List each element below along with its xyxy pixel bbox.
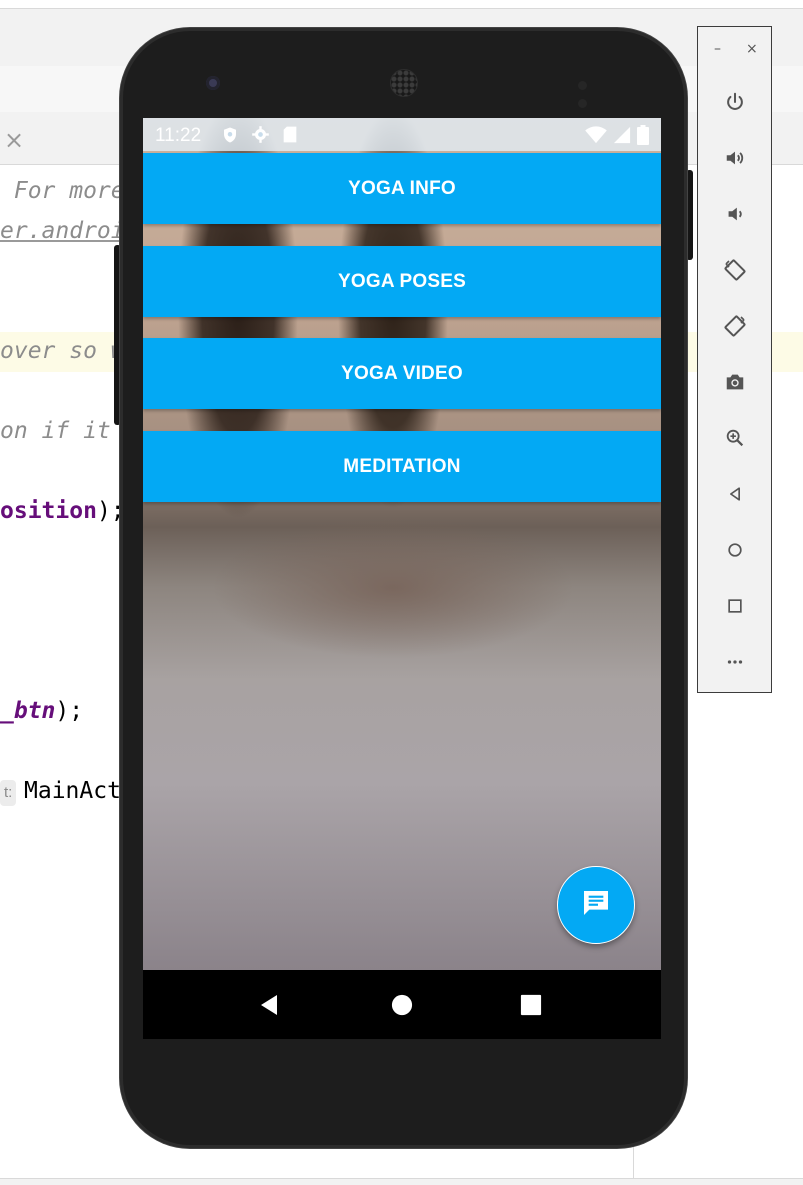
code-identifier: osition	[0, 498, 97, 524]
notification-icons	[221, 125, 298, 150]
more-icon[interactable]	[722, 649, 748, 675]
code-punctuation: );	[55, 698, 84, 724]
status-time: 11:22	[155, 125, 202, 146]
cell-signal-icon	[613, 126, 631, 149]
settings-gear-icon	[251, 125, 270, 150]
chat-icon	[580, 887, 612, 924]
code-comment-line: over so w	[0, 338, 125, 364]
sd-card-icon	[282, 125, 298, 150]
minimize-button[interactable]: –	[714, 41, 721, 57]
yoga-video-button[interactable]: YOGA VIDEO	[143, 338, 661, 409]
nav-recents-icon[interactable]	[518, 992, 544, 1018]
code-line: osition);	[0, 498, 125, 524]
code-line: _btn);	[0, 698, 83, 724]
code-comment-url: er.androic	[0, 218, 139, 244]
shield-icon	[221, 125, 239, 150]
phone-screen: 11:22 YOGA INFO YOGA POSES YOGA VIDEO ME…	[143, 118, 661, 1039]
nav-home-icon[interactable]	[389, 992, 415, 1018]
wifi-icon	[585, 126, 607, 149]
rotate-left-icon[interactable]	[722, 257, 748, 283]
rotate-right-icon[interactable]	[722, 313, 748, 339]
yoga-info-button[interactable]: YOGA INFO	[143, 153, 661, 224]
camera-icon[interactable]	[722, 369, 748, 395]
earpiece-speaker	[390, 69, 418, 97]
meditation-button[interactable]: MEDITATION	[143, 431, 661, 502]
volume-up-icon[interactable]	[722, 145, 748, 171]
chat-fab-button[interactable]	[557, 866, 635, 944]
status-bar: 11:22	[143, 118, 661, 151]
overview-icon[interactable]	[722, 593, 748, 619]
nav-back-icon[interactable]	[256, 992, 282, 1018]
system-status-icons	[585, 125, 649, 150]
code-class-name: MainAct	[24, 778, 121, 804]
volume-down-icon[interactable]	[722, 201, 748, 227]
emulator-control-panel: – ×	[697, 26, 772, 693]
home-icon[interactable]	[722, 537, 748, 563]
yoga-poses-button[interactable]: YOGA POSES	[143, 246, 661, 317]
front-camera-icon	[206, 76, 220, 90]
phone-side-button	[686, 170, 693, 260]
battery-icon	[637, 125, 649, 150]
code-comment-line: For more	[0, 178, 125, 204]
close-emulator-button[interactable]: ×	[746, 41, 758, 57]
parameter-hint-chip: t:	[0, 780, 17, 806]
power-icon[interactable]	[722, 89, 748, 115]
code-identifier: _btn	[0, 698, 56, 724]
close-tab-icon[interactable]: ×	[4, 126, 24, 154]
proximity-sensor	[578, 77, 602, 108]
back-icon[interactable]	[722, 481, 748, 507]
navigation-bar	[143, 970, 661, 1039]
zoom-in-icon[interactable]	[722, 425, 748, 451]
